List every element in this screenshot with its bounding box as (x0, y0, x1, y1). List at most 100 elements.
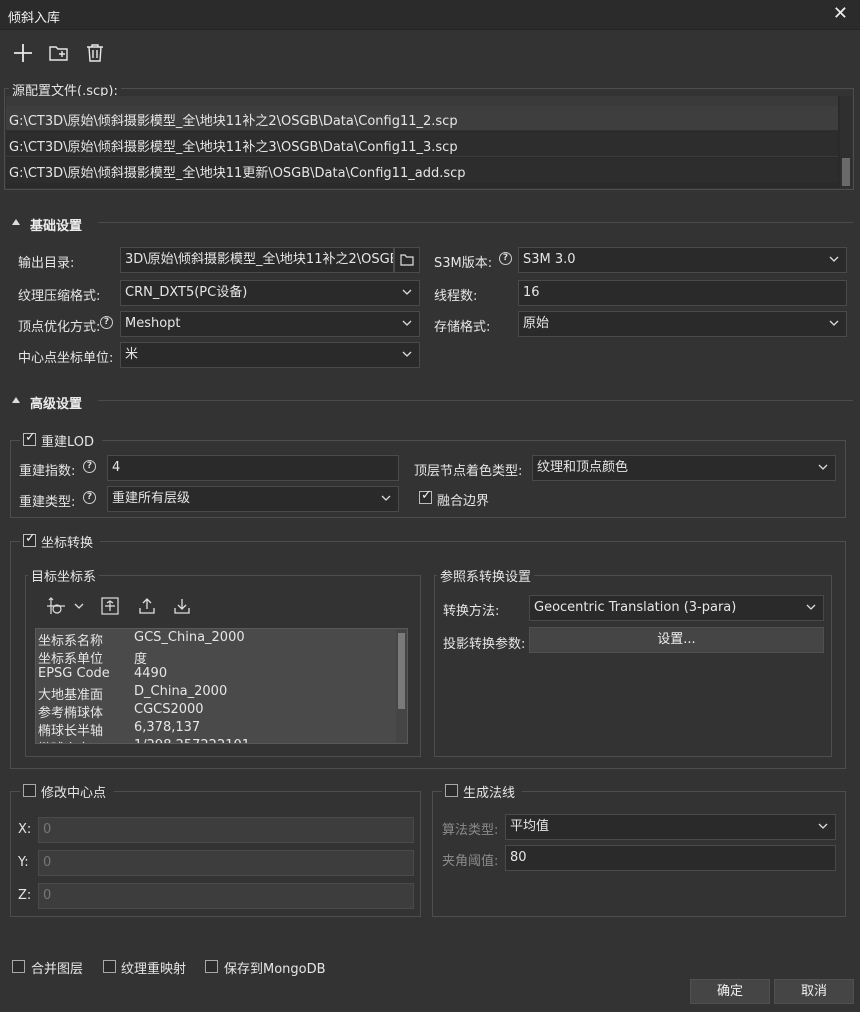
method-value: Geocentric Translation (3-para) (534, 600, 737, 615)
algo-label: 算法类型: (442, 823, 499, 838)
algo-select[interactable]: 平均值 (505, 814, 836, 840)
s3m-version-value: S3M 3.0 (523, 252, 576, 267)
property-row: 坐标系名称 GCS_China_2000 (38, 630, 396, 649)
chevron-down-icon (829, 256, 839, 262)
coord-transform-label: 坐标转换 (41, 536, 94, 551)
help-icon[interactable]: ? (83, 460, 96, 473)
rebuild-type-select[interactable]: 重建所有层级 (107, 486, 399, 512)
close-icon[interactable]: ✕ (833, 3, 848, 24)
divider (98, 400, 853, 401)
select-cs-icon[interactable] (100, 596, 120, 616)
vertex-select[interactable]: Meshopt (120, 311, 420, 337)
top-color-value: 纹理和顶点颜色 (537, 460, 629, 475)
add-folder-icon[interactable] (48, 42, 70, 64)
list-item[interactable]: G:\CT3D\原始\倾斜摄影模型_全\地块11补之3\OSGB\Data\Co… (6, 132, 838, 157)
angle-input[interactable]: 80 (505, 845, 836, 871)
texture-remap-checkbox[interactable] (103, 960, 116, 973)
angle-label: 夹角阈值: (442, 854, 499, 869)
generate-normals-label: 生成法线 (463, 786, 516, 801)
help-icon[interactable]: ? (83, 491, 96, 504)
storage-select[interactable]: 原始 (518, 311, 847, 337)
ref-transform-legend: 参照系转换设置 (437, 566, 535, 585)
texture-label: 纹理压缩格式: (18, 289, 101, 304)
property-row: 椭球扁率 1/298.257222101 (38, 738, 396, 743)
property-key: 坐标系名称 (38, 634, 104, 649)
chevron-down-icon (402, 289, 412, 295)
x-label: X: (18, 822, 32, 837)
rebuild-lod-checkbox[interactable]: ✓ (23, 430, 36, 446)
scrollbar[interactable] (396, 629, 407, 743)
window-title: 倾斜入库 (8, 11, 61, 26)
property-key: 参考椭球体 (38, 706, 104, 721)
z-label: Z: (18, 888, 32, 903)
modify-center-checkbox[interactable] (23, 784, 36, 797)
merge-layers-label: 合并图层 (31, 962, 84, 977)
property-row: 椭球长半轴 6,378,137 (38, 720, 396, 739)
s3m-version-select[interactable]: S3M 3.0 (518, 247, 847, 273)
list-item[interactable]: G:\CT3D\原始\倾斜摄影模型_全\地块11补之2\OSGB\Data\Co… (6, 106, 838, 131)
rebuild-index-input[interactable]: 4 (107, 455, 399, 481)
collapse-triangle-icon[interactable] (12, 219, 20, 225)
property-key: 坐标系单位 (38, 652, 104, 667)
vertex-label: 顶点优化方式: (18, 320, 101, 335)
chevron-down-icon (402, 351, 412, 357)
top-color-select[interactable]: 纹理和顶点颜色 (532, 455, 836, 481)
chevron-down-icon (818, 823, 828, 829)
coordinate-system-icon[interactable] (45, 596, 67, 616)
generate-normals-checkbox[interactable] (445, 784, 458, 797)
center-unit-select[interactable]: 米 (120, 342, 420, 368)
cancel-button[interactable]: 取消 (774, 979, 854, 1004)
merge-boundary-label: 融合边界 (437, 494, 490, 509)
coord-transform-checkbox[interactable]: ✓ (23, 531, 36, 547)
property-row: 大地基准面 D_China_2000 (38, 684, 396, 703)
help-icon[interactable]: ? (499, 252, 512, 265)
chevron-down-icon (829, 320, 839, 326)
property-value: 1/298.257222101 (134, 738, 250, 743)
output-dir-input[interactable]: 3D\原始\倾斜摄影模型_全\地块11补之2\OSGB (120, 247, 394, 273)
property-key: 大地基准面 (38, 688, 104, 703)
merge-boundary-checkbox[interactable]: ✓ (419, 488, 432, 504)
chevron-down-icon (381, 495, 391, 501)
property-key: 椭球扁率 (38, 738, 90, 743)
chevron-down-icon[interactable] (73, 601, 85, 611)
delete-icon[interactable] (84, 42, 106, 64)
add-icon[interactable] (12, 42, 34, 64)
rebuild-type-value: 重建所有层级 (112, 491, 191, 506)
cs-properties-list[interactable]: 坐标系名称 GCS_China_2000 坐标系单位 度 EPSG Code 4490 大地… (35, 628, 408, 744)
save-mongodb-checkbox[interactable] (205, 960, 218, 973)
z-input[interactable]: 0 (38, 883, 414, 909)
source-files-list[interactable]: G:\CT3D\原始\倾斜摄影模型_全\地块11补之2\OSGB\Data\Co… (6, 96, 852, 188)
s3m-version-label: S3M版本: (434, 256, 493, 271)
ok-button[interactable]: 确定 (690, 979, 770, 1004)
chevron-down-icon (818, 464, 828, 470)
target-cs-legend: 目标坐标系 (28, 566, 100, 585)
advanced-settings-title: 高级设置 (30, 397, 83, 412)
coord-transform-legend: ✓ 坐标转换 (20, 531, 100, 551)
divider (98, 222, 853, 223)
collapse-triangle-icon[interactable] (12, 397, 20, 403)
help-icon[interactable]: ? (100, 316, 113, 329)
browse-button[interactable] (394, 247, 420, 273)
scrollbar[interactable] (840, 96, 852, 188)
center-unit-label: 中心点坐标单位: (18, 351, 114, 366)
import-icon[interactable] (172, 596, 192, 616)
rebuild-index-label: 重建指数: (19, 464, 76, 479)
export-icon[interactable] (137, 596, 157, 616)
chevron-down-icon (806, 604, 816, 610)
settings-button[interactable]: 设置... (529, 627, 824, 653)
y-input[interactable]: 0 (38, 850, 414, 876)
property-row: EPSG Code 4490 (38, 666, 396, 684)
vertex-value: Meshopt (125, 316, 181, 331)
storage-value: 原始 (523, 316, 550, 331)
generate-normals-legend: 生成法线 (442, 782, 522, 801)
merge-layers-checkbox[interactable] (12, 960, 25, 973)
algo-value: 平均值 (510, 819, 550, 834)
property-key: 椭球长半轴 (38, 724, 104, 739)
property-key: EPSG Code (38, 666, 110, 681)
texture-select[interactable]: CRN_DXT5(PC设备) (120, 280, 420, 306)
threads-input[interactable]: 16 (518, 280, 847, 306)
modify-center-legend: 修改中心点 (20, 782, 114, 801)
x-input[interactable]: 0 (38, 817, 414, 843)
method-select[interactable]: Geocentric Translation (3-para) (529, 595, 824, 621)
list-item[interactable]: G:\CT3D\原始\倾斜摄影模型_全\地块11更新\OSGB\Data\Con… (6, 158, 838, 183)
